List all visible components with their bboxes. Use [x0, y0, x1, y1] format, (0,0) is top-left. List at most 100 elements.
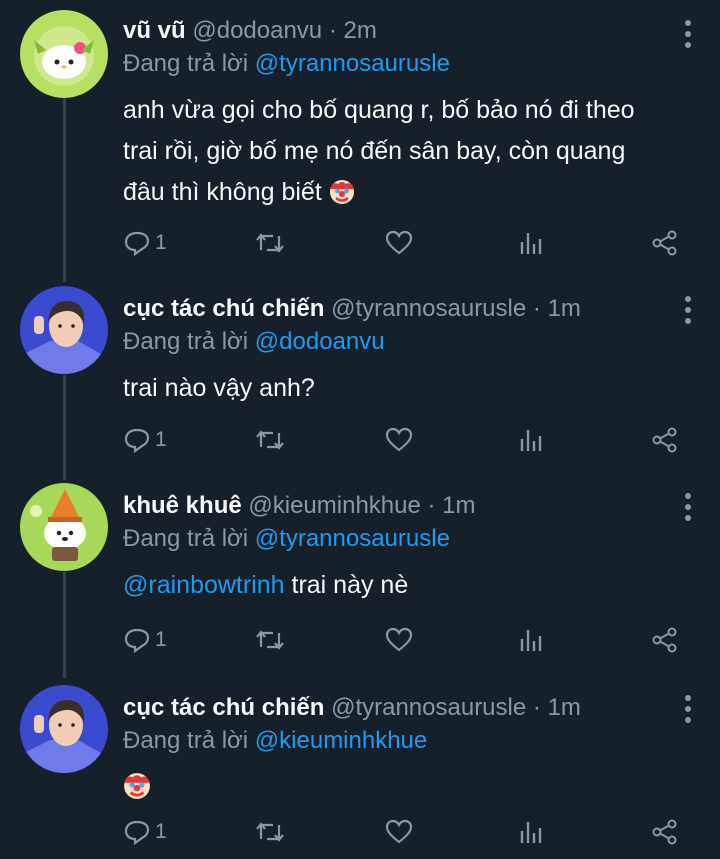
analytics-button[interactable] [519, 228, 543, 258]
tweet[interactable]: khuê khuê @kieuminhkhue · 1m Đang trả lờ… [0, 477, 720, 675]
tweet-text-content: trai này nè [284, 571, 409, 599]
share-button[interactable] [651, 228, 679, 258]
tweet-text [123, 767, 672, 813]
separator: · [427, 492, 436, 519]
like-button[interactable] [385, 228, 413, 258]
like-button[interactable] [385, 625, 413, 655]
reply-count: 1 [155, 231, 167, 254]
replying-mention[interactable]: @tyrannosaurusle [255, 50, 450, 77]
tweet-header: vũ vũ @dodoanvu · 2m [123, 14, 672, 48]
analytics-icon [520, 430, 542, 451]
reply-icon [124, 231, 150, 256]
replying-label: Đang trả lời [123, 525, 249, 552]
reply-icon [124, 820, 150, 845]
user-handle[interactable]: @tyrannosaurusle [331, 295, 526, 322]
reply-count: 1 [155, 428, 167, 451]
like-icon [385, 427, 413, 452]
timestamp[interactable]: 2m [344, 17, 377, 44]
replying-to: Đang trả lời @tyrannosaurusle [123, 523, 672, 555]
replying-to: Đang trả lời @kieuminhkhue [123, 725, 672, 757]
retweet-button[interactable] [255, 425, 285, 455]
clown-emoji [123, 772, 151, 813]
action-bar: 1 [123, 425, 683, 455]
replying-to: Đang trả lời @dodoanvu [123, 326, 672, 358]
display-name[interactable]: cục tác chú chiến [123, 295, 324, 322]
retweet-button[interactable] [255, 817, 285, 847]
replying-mention[interactable]: @tyrannosaurusle [255, 525, 450, 552]
timestamp[interactable]: 1m [442, 492, 475, 519]
share-icon [652, 427, 677, 453]
replying-to: Đang trả lời @tyrannosaurusle [123, 48, 672, 80]
text-mention[interactable]: @rainbowtrinh [123, 571, 285, 599]
tweet[interactable]: cục tác chú chiến @tyrannosaurusle · 1m … [0, 680, 720, 859]
replying-mention[interactable]: @dodoanvu [255, 328, 385, 355]
replying-label: Đang trả lời [123, 50, 249, 77]
display-name[interactable]: cục tác chú chiến [123, 694, 324, 721]
tweet-text: anh vừa gọi cho bố quang r, bố bảo nó đi… [123, 90, 672, 218]
reply-count: 1 [155, 820, 167, 843]
like-button[interactable] [385, 425, 413, 455]
tweet[interactable]: vũ vũ @dodoanvu · 2m Đang trả lời @tyran… [0, 0, 720, 280]
retweet-icon [256, 822, 284, 842]
tweet-header: cục tác chú chiến @tyrannosaurusle · 1m [123, 292, 672, 326]
more-options-icon[interactable] [684, 493, 692, 521]
display-name[interactable]: vũ vũ [123, 17, 186, 44]
tweet-text-content: anh vừa gọi cho bố quang r, bố bảo nó đi… [123, 96, 635, 206]
analytics-icon [520, 233, 542, 254]
separator: · [532, 295, 541, 322]
more-options-icon[interactable] [684, 695, 692, 723]
like-icon [385, 819, 413, 844]
replying-label: Đang trả lời [123, 328, 249, 355]
tweet[interactable]: cục tác chú chiến @tyrannosaurusle · 1m … [0, 280, 720, 475]
avatar[interactable] [20, 685, 108, 773]
replying-mention[interactable]: @kieuminhkhue [255, 727, 427, 754]
share-icon [652, 230, 677, 256]
analytics-icon [520, 822, 542, 843]
avatar[interactable] [20, 483, 108, 571]
avatar[interactable] [20, 286, 108, 374]
more-options-icon[interactable] [684, 20, 692, 48]
reply-icon [124, 428, 150, 453]
clown-emoji [329, 177, 355, 218]
separator: · [532, 694, 541, 721]
analytics-button[interactable] [519, 625, 543, 655]
reply-button[interactable]: 1 [123, 817, 167, 847]
reply-button[interactable]: 1 [123, 425, 167, 455]
like-icon [385, 230, 413, 255]
analytics-button[interactable] [519, 425, 543, 455]
tweet-text: @rainbowtrinh trai này nè [123, 565, 672, 606]
share-button[interactable] [651, 625, 679, 655]
more-options-icon[interactable] [684, 296, 692, 324]
analytics-icon [520, 630, 542, 651]
share-icon [652, 819, 677, 845]
display-name[interactable]: khuê khuê [123, 492, 242, 519]
separator: · [328, 17, 337, 44]
retweet-icon [256, 430, 284, 450]
action-bar: 1 [123, 817, 683, 847]
timestamp[interactable]: 1m [548, 694, 581, 721]
analytics-button[interactable] [519, 817, 543, 847]
avatar[interactable] [20, 10, 108, 98]
reply-count: 1 [155, 628, 167, 651]
tweet-text: trai nào vậy anh? [123, 368, 672, 409]
retweet-icon [256, 233, 284, 253]
like-icon [385, 627, 413, 652]
share-icon [652, 627, 677, 653]
user-handle[interactable]: @kieuminhkhue [248, 492, 420, 519]
replying-label: Đang trả lời [123, 727, 249, 754]
tweet-text-content: trai nào vậy anh? [123, 374, 315, 402]
share-button[interactable] [651, 817, 679, 847]
retweet-button[interactable] [255, 625, 285, 655]
like-button[interactable] [385, 817, 413, 847]
retweet-button[interactable] [255, 228, 285, 258]
user-handle[interactable]: @tyrannosaurusle [331, 694, 526, 721]
timestamp[interactable]: 1m [548, 295, 581, 322]
tweet-header: khuê khuê @kieuminhkhue · 1m [123, 489, 672, 523]
reply-button[interactable]: 1 [123, 625, 167, 655]
reply-button[interactable]: 1 [123, 228, 167, 258]
action-bar: 1 [123, 625, 683, 655]
user-handle[interactable]: @dodoanvu [192, 17, 322, 44]
action-bar: 1 [123, 228, 683, 258]
share-button[interactable] [651, 425, 679, 455]
tweet-header: cục tác chú chiến @tyrannosaurusle · 1m [123, 691, 672, 725]
